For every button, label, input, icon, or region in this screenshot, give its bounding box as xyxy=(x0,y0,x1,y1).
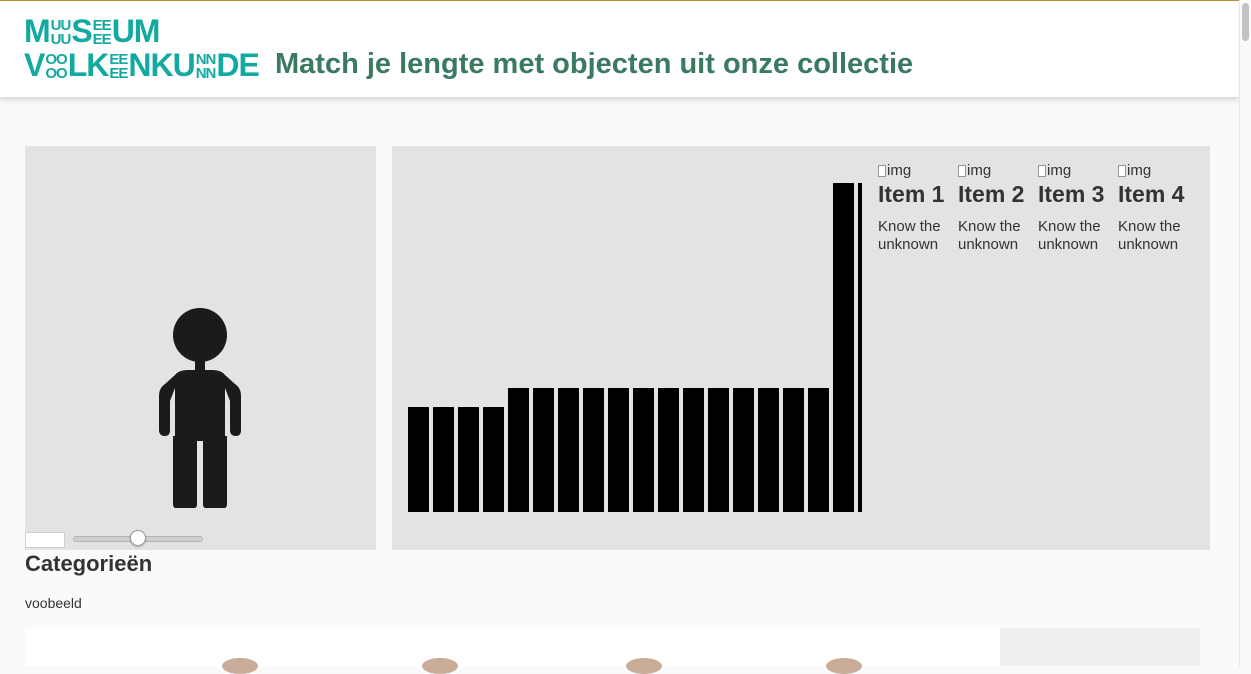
logo-text: LK xyxy=(67,47,110,83)
item-image-alt: img xyxy=(887,162,912,179)
item-description: Know the unknown xyxy=(958,218,1021,253)
comparison-panel: img Item 1 Know the unknown img Item 2 K… xyxy=(392,146,1210,550)
item-description: Know the unknown xyxy=(1038,218,1101,253)
height-bars-chart xyxy=(408,183,862,512)
height-bar xyxy=(558,388,579,512)
height-bar xyxy=(633,388,654,512)
object-thumbnail[interactable] xyxy=(826,658,862,674)
logo-stack: OO OO xyxy=(45,52,67,82)
broken-image-icon xyxy=(878,165,886,177)
strip-image xyxy=(1000,628,1200,666)
item-image: img xyxy=(958,162,1028,180)
collection-item[interactable]: img Item 3 Know the unknown xyxy=(1038,162,1108,254)
logo-stack: UU UU xyxy=(50,18,72,48)
item-image: img xyxy=(1118,162,1188,180)
object-thumbnail[interactable] xyxy=(422,658,458,674)
height-bar xyxy=(808,388,829,512)
logo-text: M xyxy=(24,13,51,49)
item-image: img xyxy=(878,162,948,180)
logo-text: NN xyxy=(195,65,217,82)
collection-item[interactable]: img Item 1 Know the unknown xyxy=(878,162,948,254)
height-bar xyxy=(858,183,862,512)
height-input[interactable] xyxy=(25,532,65,548)
height-bar xyxy=(683,388,704,512)
height-bar xyxy=(508,388,529,512)
broken-image-icon xyxy=(958,165,966,177)
height-bar xyxy=(533,388,554,512)
height-bar xyxy=(758,388,779,512)
logo-text: S xyxy=(71,13,92,49)
logo-stack: NN NN xyxy=(195,52,217,82)
item-image-alt: img xyxy=(1127,162,1152,179)
collection-item[interactable]: img Item 4 Know the unknown xyxy=(1118,162,1188,254)
height-bar xyxy=(658,388,679,512)
item-description: Know the unknown xyxy=(878,218,941,253)
categories-heading: Categorieën xyxy=(25,551,153,576)
item-image-alt: img xyxy=(1047,162,1072,179)
category-item[interactable]: voobeeld xyxy=(25,595,82,611)
logo-text: UM xyxy=(111,13,161,49)
height-bar xyxy=(583,388,604,512)
height-bar xyxy=(708,388,729,512)
museum-logo[interactable]: M UU UU S EE EE UM V OO OO LK EE EE NKU NN NN… xyxy=(24,13,270,81)
item-image-alt: img xyxy=(967,162,992,179)
item-title: Item 2 xyxy=(958,181,1025,207)
logo-text: OO xyxy=(45,65,67,82)
page-header: M UU UU S EE EE UM V OO OO LK EE EE NKU NN NN… xyxy=(0,1,1240,97)
logo-text: EE xyxy=(92,31,112,48)
broken-image-icon xyxy=(1118,165,1126,177)
item-description: Know the unknown xyxy=(1118,218,1181,253)
item-title: Item 1 xyxy=(878,181,945,207)
logo-text: DE xyxy=(216,47,259,83)
height-bar xyxy=(483,407,504,512)
logo-text: V xyxy=(24,47,45,83)
height-bar xyxy=(433,407,454,512)
logo-text: EE xyxy=(109,65,128,82)
item-title: Item 4 xyxy=(1118,181,1185,207)
logo-stack: EE EE xyxy=(92,18,112,48)
logo-text: NKU xyxy=(128,47,195,83)
broken-image-icon xyxy=(1038,165,1046,177)
height-bar xyxy=(408,407,429,512)
person-panel xyxy=(25,146,376,550)
height-slider-thumb[interactable] xyxy=(130,530,146,546)
height-bar xyxy=(783,388,804,512)
page-scrollbar[interactable] xyxy=(1239,0,1251,666)
logo-text: UU xyxy=(50,31,72,48)
height-bar xyxy=(833,183,854,512)
scrollbar-thumb[interactable] xyxy=(1242,3,1249,41)
item-image: img xyxy=(1038,162,1108,180)
logo-stack: EE EE xyxy=(109,52,128,82)
collection-item[interactable]: img Item 2 Know the unknown xyxy=(958,162,1028,254)
object-thumbnail[interactable] xyxy=(626,658,662,674)
height-bar xyxy=(608,388,629,512)
height-bar xyxy=(733,388,754,512)
logo-row-2: V OO OO LK EE EE NKU NN NN DE xyxy=(24,47,260,83)
page-title: Match je lengte met objecten uit onze co… xyxy=(275,48,914,80)
height-bar xyxy=(458,407,479,512)
object-thumbnail[interactable] xyxy=(222,658,258,674)
person-figure-icon xyxy=(159,308,241,508)
logo-row-1: M UU UU S EE EE UM xyxy=(24,13,161,49)
item-title: Item 3 xyxy=(1038,181,1105,207)
